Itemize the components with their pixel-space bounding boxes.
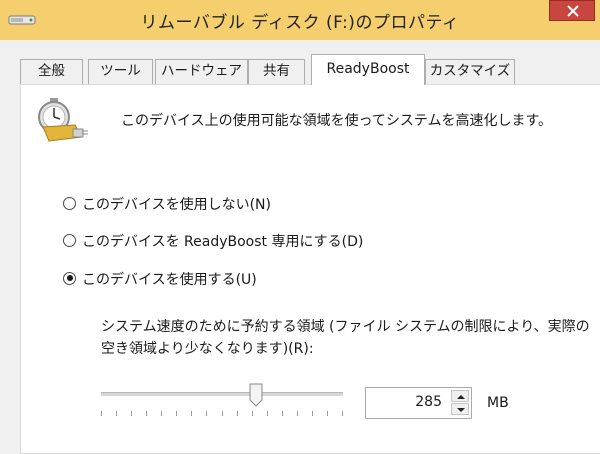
radio-use-device[interactable]: このデバイスを使用する(U) bbox=[63, 269, 257, 291]
slider-tick bbox=[206, 411, 208, 416]
slider-ticks bbox=[101, 411, 343, 417]
reserve-size-spinbox[interactable]: 285 bbox=[365, 387, 472, 419]
reserve-slider-track[interactable] bbox=[101, 392, 343, 396]
readyboost-panel: このデバイス上の使用可能な領域を使ってシステムを高速化します。 このデバイスを使… bbox=[20, 84, 600, 454]
radio-button-unselected[interactable] bbox=[63, 196, 76, 210]
slider-tick bbox=[221, 411, 223, 416]
slider-tick bbox=[191, 411, 193, 416]
spin-buttons bbox=[451, 390, 469, 416]
slider-tick bbox=[116, 411, 118, 416]
reserve-size-value[interactable]: 285 bbox=[415, 394, 442, 410]
readyboost-stopwatch-icon bbox=[38, 98, 88, 142]
title-bar: リムーバブル ディスク (F:)のプロパティ bbox=[0, 0, 600, 40]
readyboost-description: このデバイス上の使用可能な領域を使ってシステムを高速化します。 bbox=[121, 113, 553, 129]
slider-tick bbox=[131, 411, 133, 416]
window-title: リムーバブル ディスク (F:)のプロパティ bbox=[140, 13, 460, 33]
slider-tick bbox=[326, 411, 328, 416]
size-unit-label: MB bbox=[487, 395, 509, 411]
reserve-slider-thumb[interactable] bbox=[249, 383, 263, 407]
close-button[interactable] bbox=[549, 0, 595, 21]
slider-tick bbox=[176, 411, 178, 416]
tab-strip: 全般 ツール ハードウェア 共有 ReadyBoost カスタマイズ bbox=[0, 40, 600, 85]
radio-dedicate-readyboost[interactable]: このデバイスを ReadyBoost 専用にする(D) bbox=[63, 231, 363, 253]
slider-tick bbox=[251, 411, 253, 416]
slider-tick bbox=[161, 411, 163, 416]
slider-tick bbox=[281, 411, 283, 416]
slider-tick bbox=[266, 411, 268, 416]
tab-customize[interactable]: カスタマイズ bbox=[425, 59, 515, 84]
tab-general[interactable]: 全般 bbox=[20, 59, 83, 84]
tab-tools[interactable]: ツール bbox=[88, 59, 153, 84]
close-icon bbox=[567, 5, 579, 17]
tab-hardware[interactable]: ハードウェア bbox=[155, 59, 248, 84]
radio-button-unselected[interactable] bbox=[63, 233, 76, 247]
arrow-down-icon bbox=[457, 408, 465, 412]
slider-tick bbox=[101, 411, 102, 416]
arrow-up-icon bbox=[457, 395, 465, 399]
spin-up-button[interactable] bbox=[451, 390, 469, 402]
radio-do-not-use[interactable]: このデバイスを使用しない(N) bbox=[63, 194, 271, 216]
radio-label: このデバイスを ReadyBoost 専用にする(D) bbox=[82, 234, 364, 250]
tab-readyboost[interactable]: ReadyBoost bbox=[311, 54, 425, 85]
reserve-space-label: システム速度のために予約する領域 (ファイル システムの制限により、実際の空き領… bbox=[101, 319, 590, 357]
slider-tick bbox=[342, 411, 343, 416]
spin-down-button[interactable] bbox=[451, 403, 469, 415]
slider-tick bbox=[296, 411, 298, 416]
radio-button-selected[interactable] bbox=[63, 271, 76, 285]
slider-tick bbox=[311, 411, 313, 416]
tab-sharing[interactable]: 共有 bbox=[248, 59, 305, 84]
slider-tick bbox=[146, 411, 148, 416]
radio-label: このデバイスを使用しない(N) bbox=[82, 197, 271, 213]
radio-label: このデバイスを使用する(U) bbox=[82, 272, 257, 288]
slider-tick bbox=[236, 411, 238, 416]
